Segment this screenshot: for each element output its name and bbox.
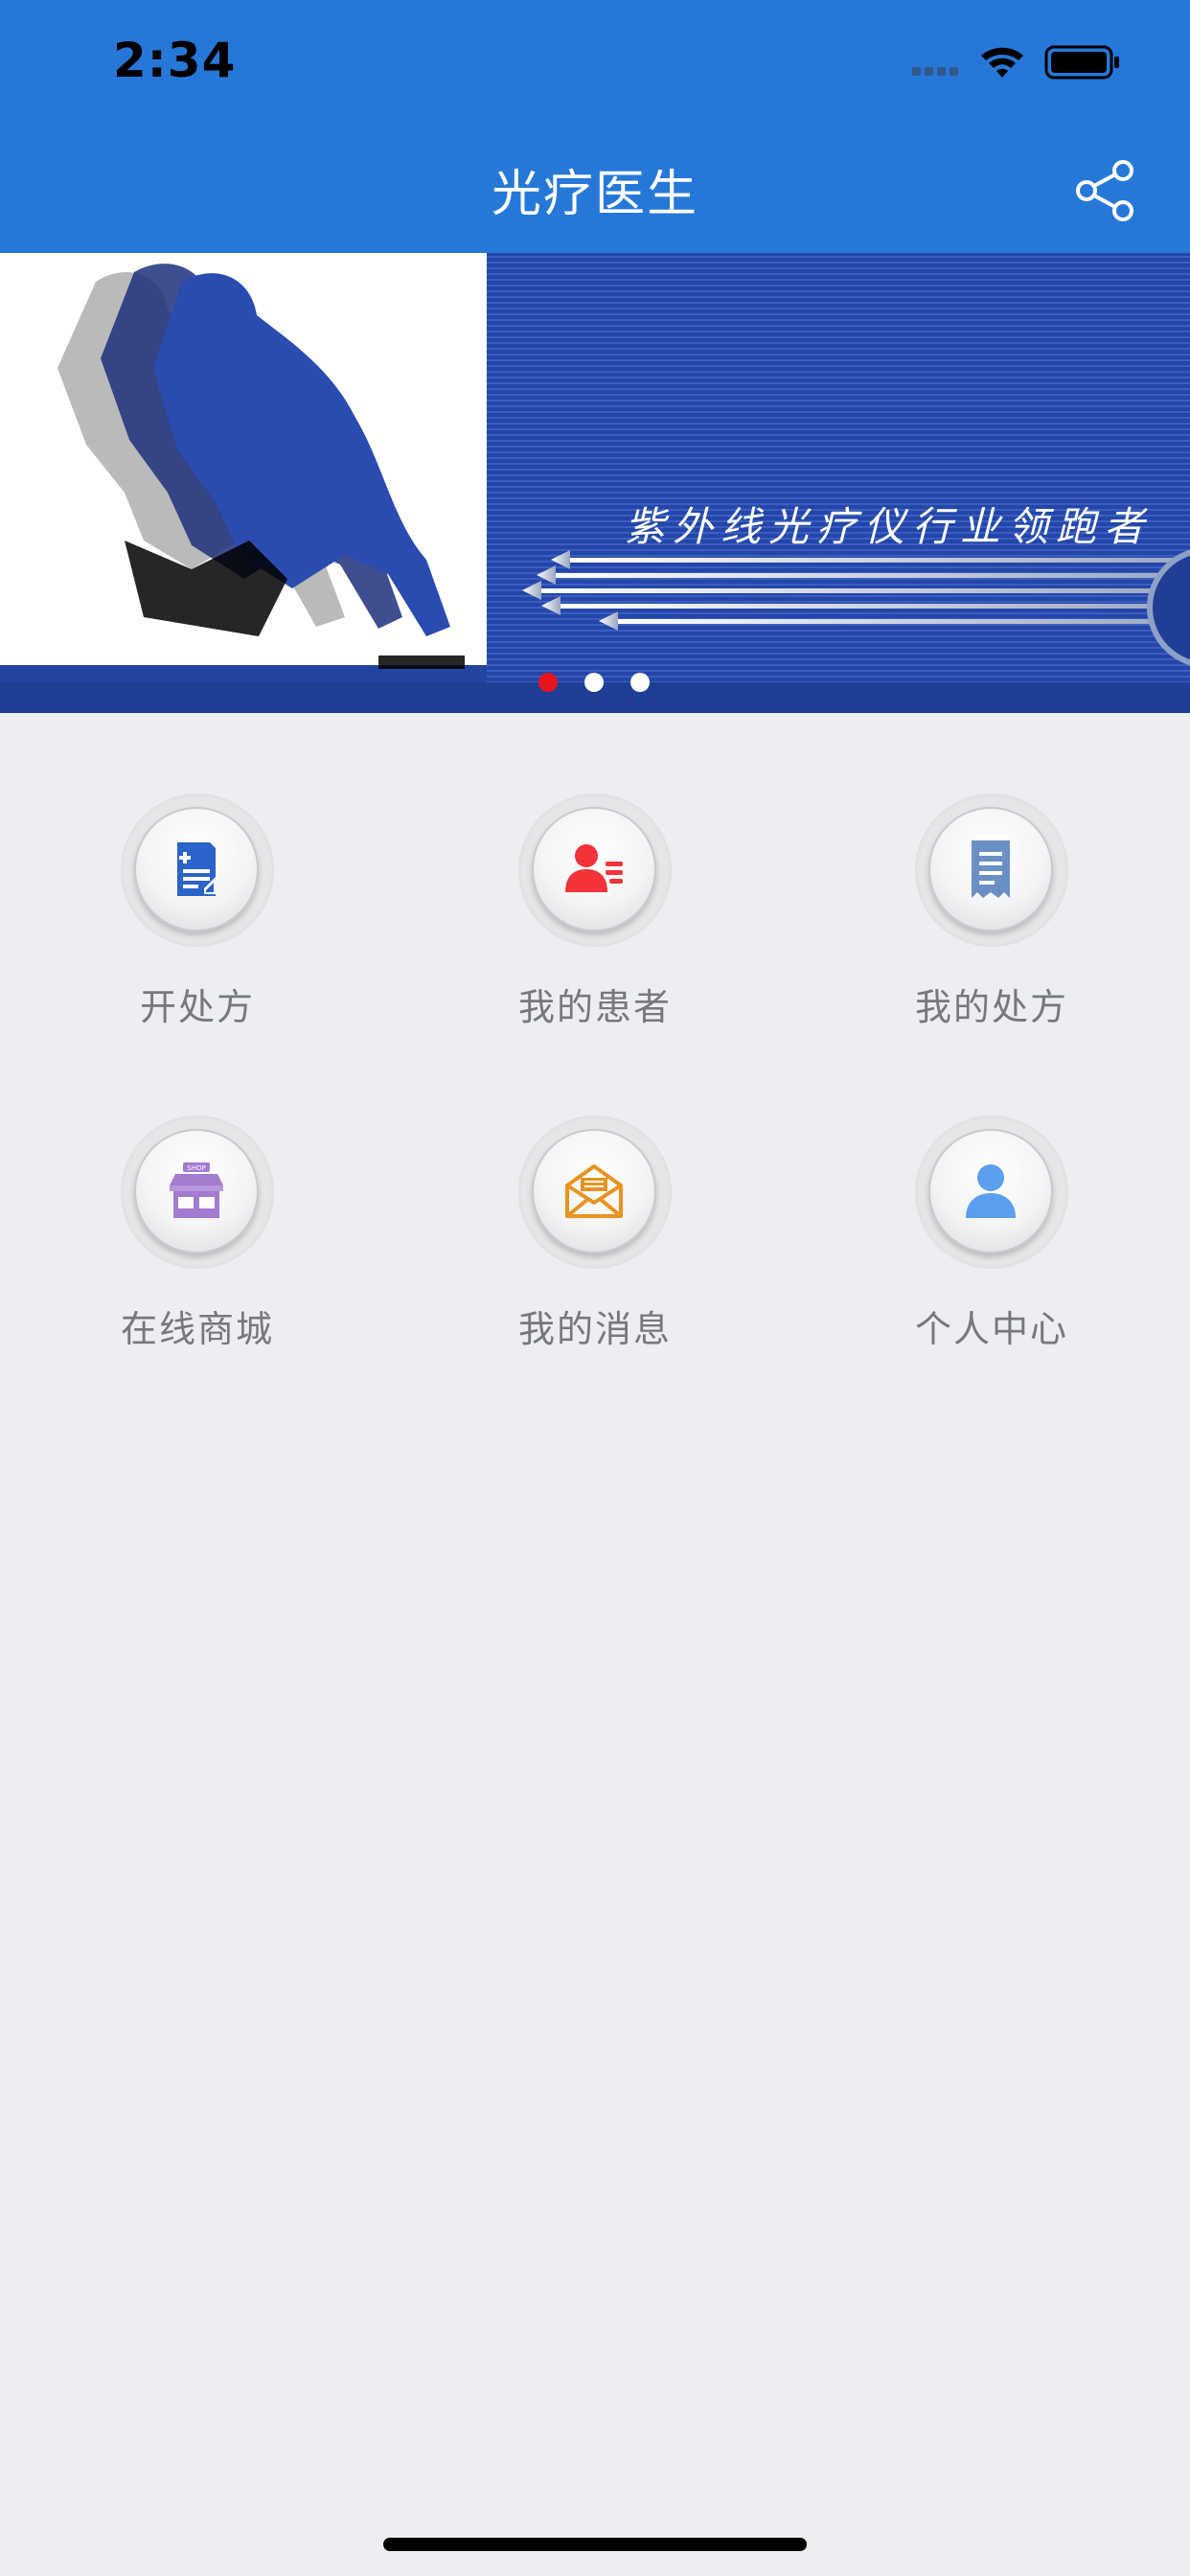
banner-carousel[interactable]: 紫外线光疗仪行业领跑者 — [0, 253, 1190, 713]
page-title: 光疗医生 — [491, 166, 698, 223]
battery-icon — [1044, 45, 1119, 80]
svg-text:SHOP: SHOP — [187, 1164, 205, 1172]
menu-item-label: 个人中心 — [914, 1308, 1068, 1350]
wifi-icon — [981, 47, 1023, 78]
menu-item-label: 在线商城 — [120, 1308, 274, 1350]
header: 2:34 光疗医生 — [0, 0, 1190, 253]
menu-item-prescribe[interactable]: 开处方 — [25, 713, 370, 1028]
status-time: 2:34 — [113, 33, 237, 88]
user-icon — [966, 1164, 1016, 1218]
shop-icon: SHOP — [170, 1162, 223, 1218]
patient-icon — [565, 844, 623, 892]
menu-item-label: 我的处方 — [914, 986, 1068, 1028]
menu-item-my-prescriptions[interactable]: 我的处方 — [819, 713, 1164, 1028]
message-icon — [565, 1164, 623, 1218]
home-indicator[interactable] — [383, 2538, 807, 2551]
banner-image — [0, 253, 1190, 713]
menu-item-label: 我的患者 — [517, 986, 672, 1028]
menu-item-online-shop[interactable]: SHOP 在线商城 — [25, 1035, 370, 1350]
page-dot-2[interactable] — [584, 673, 604, 692]
menu-item-profile[interactable]: 个人中心 — [819, 1035, 1164, 1350]
menu-item-label: 开处方 — [139, 986, 255, 1028]
prescription-icon — [177, 842, 216, 896]
cellular-signal-icon — [912, 67, 958, 76]
page-dot-1[interactable] — [538, 673, 558, 692]
page-dot-3[interactable] — [630, 673, 650, 692]
menu-item-my-patients[interactable]: 我的患者 — [423, 713, 767, 1028]
status-icons — [912, 45, 1119, 80]
menu-item-my-messages[interactable]: 我的消息 — [423, 1035, 767, 1350]
menu-item-label: 我的消息 — [517, 1308, 672, 1350]
banner-caption: 紫外线光疗仪行业领跑者 — [624, 503, 1152, 550]
receipt-icon — [972, 840, 1010, 898]
share-icon[interactable] — [1073, 157, 1140, 224]
